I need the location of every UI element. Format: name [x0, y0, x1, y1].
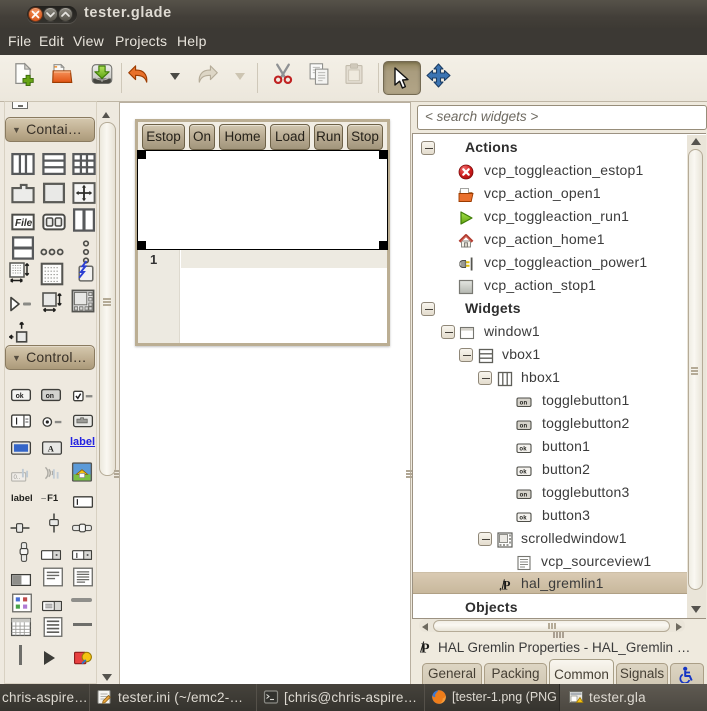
svg-text:on: on	[520, 493, 528, 499]
svg-text:File: File	[15, 218, 33, 229]
svg-text:on: on	[46, 393, 54, 400]
svg-text:P: P	[421, 642, 430, 657]
svg-text:on: on	[520, 424, 528, 430]
svg-text:ok: ok	[519, 447, 527, 453]
svg-text:ok: ok	[16, 393, 24, 400]
svg-text:0..: 0..	[13, 474, 20, 481]
svg-text:A: A	[48, 443, 55, 453]
svg-text:ok: ok	[519, 516, 527, 522]
svg-text:on: on	[520, 401, 528, 407]
svg-text:ok: ok	[519, 470, 527, 476]
